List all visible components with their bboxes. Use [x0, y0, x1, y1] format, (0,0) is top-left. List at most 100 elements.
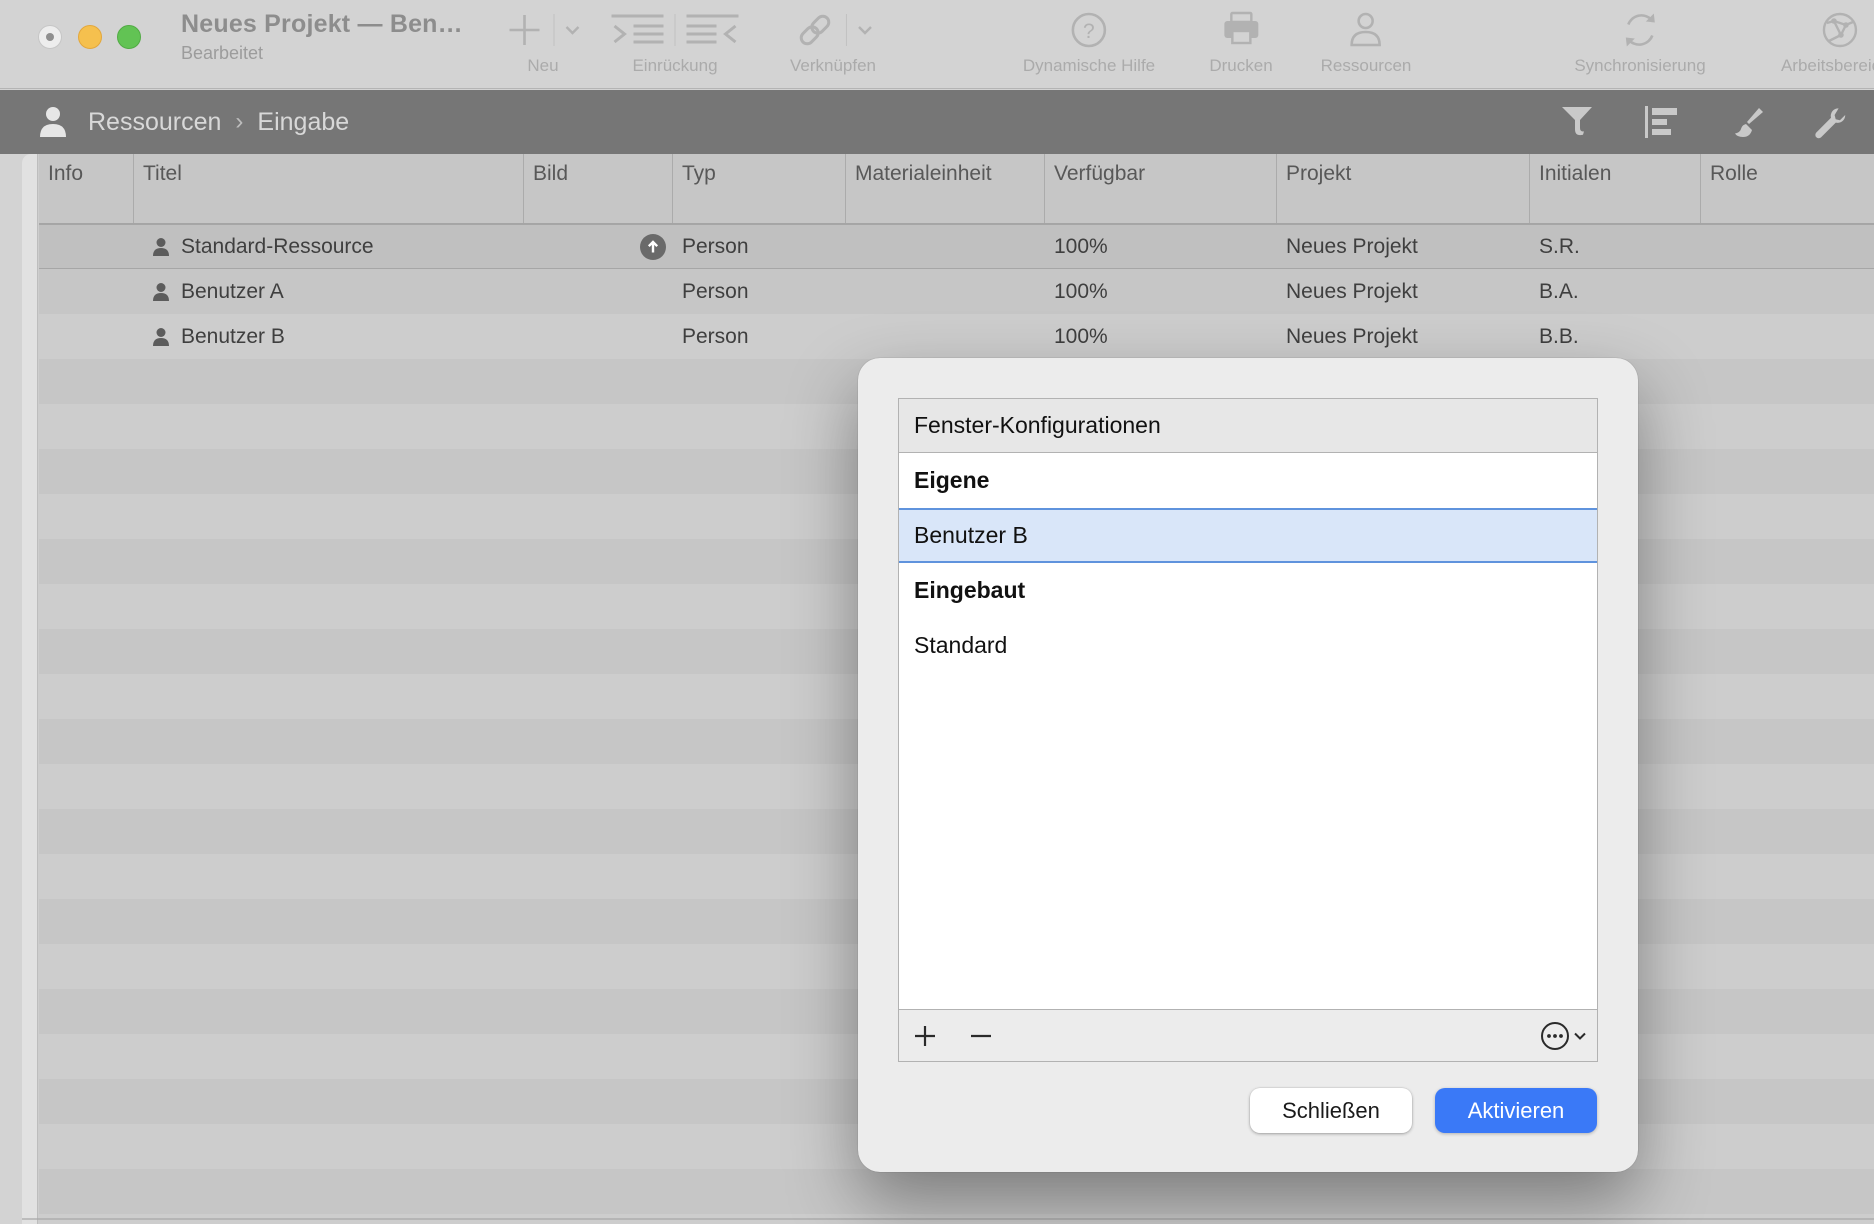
close-button[interactable]: Schließen	[1250, 1088, 1412, 1133]
cell-initialen: B.A.	[1530, 269, 1701, 314]
cell-initialen: S.R.	[1530, 225, 1701, 268]
chevron-down-icon	[855, 24, 873, 36]
remove-icon[interactable]	[959, 1014, 1003, 1058]
breadcrumb-separator: ›	[235, 108, 243, 136]
cell-verfuegbar: 100%	[1045, 225, 1277, 268]
list-toolbar	[899, 1009, 1597, 1061]
toolbar-label: Dynamische Hilfe	[1023, 56, 1155, 76]
cell-titel: Standard-Ressource	[134, 225, 524, 268]
cell-materialeinheit	[846, 269, 1045, 314]
outline-icon[interactable]	[1642, 103, 1680, 141]
cell-rolle	[1701, 225, 1874, 268]
config-group-eingebaut[interactable]: Eingebaut	[899, 563, 1597, 618]
toolbar-button-sync[interactable]: Synchronisierung	[1574, 6, 1705, 76]
link-icon	[792, 10, 836, 50]
cell-rolle	[1701, 269, 1874, 314]
cell-titel: Benutzer B	[134, 314, 524, 359]
toolbar-button-link[interactable]: Verknüpfen	[790, 6, 876, 76]
cell-materialeinheit	[846, 225, 1045, 268]
column-header-bild[interactable]: Bild	[524, 154, 673, 223]
up-arrow-badge-icon	[640, 234, 666, 260]
cell-info	[39, 314, 134, 359]
chevron-down-icon	[564, 24, 582, 36]
column-header-initialen[interactable]: Initialen	[1530, 154, 1701, 223]
toolbar-label: Neu	[527, 56, 558, 76]
add-icon[interactable]	[903, 1014, 947, 1058]
close-window-button[interactable]	[38, 25, 62, 49]
help-circle-icon: ?	[1069, 10, 1109, 50]
toolbar-label: Drucken	[1209, 56, 1272, 76]
table-row[interactable]: Benutzer B Person 100% Neues Projekt B.B…	[39, 314, 1874, 359]
breadcrumb-input[interactable]: Eingabe	[257, 108, 349, 137]
cell-bild	[524, 269, 673, 314]
column-header-projekt[interactable]: Projekt	[1277, 154, 1530, 223]
person-icon	[151, 237, 171, 257]
toolbar-label: Synchronisierung	[1574, 56, 1705, 76]
minimize-window-button[interactable]	[78, 25, 102, 49]
toolbar-button-print[interactable]: Drucken	[1209, 6, 1272, 76]
divider	[675, 14, 676, 46]
cell-verfuegbar: 100%	[1045, 269, 1277, 314]
window-bottom-edge	[22, 1218, 1874, 1220]
cell-typ: Person	[673, 269, 846, 314]
column-header-titel[interactable]: Titel	[134, 154, 524, 223]
cell-projekt: Neues Projekt	[1277, 225, 1530, 268]
more-options-icon[interactable]	[1539, 1020, 1587, 1052]
configurations-list: Fenster-Konfigurationen Eigene Benutzer …	[898, 398, 1598, 1062]
brush-icon[interactable]	[1726, 103, 1764, 141]
window-title: Neues Projekt — Ben…	[181, 10, 463, 39]
person-icon	[1346, 10, 1386, 50]
svg-text:?: ?	[1083, 20, 1095, 43]
cell-info	[39, 225, 134, 268]
divider	[554, 14, 555, 46]
table-row[interactable]: Standard-Ressource Person 100% Neues Pro…	[39, 224, 1874, 269]
column-header-info[interactable]: Info	[39, 154, 134, 223]
toolbar-label: Verknüpfen	[790, 56, 876, 76]
toolbar-button-dynamic-help[interactable]: ? Dynamische Hilfe	[1023, 6, 1155, 76]
cell-projekt: Neues Projekt	[1277, 314, 1530, 359]
document-edited-status: Bearbeitet	[181, 43, 463, 64]
window-toolbar: Neues Projekt — Ben… Bearbeitet Neu Einr…	[0, 0, 1874, 89]
column-header-typ[interactable]: Typ	[673, 154, 846, 223]
activate-button[interactable]: Aktivieren	[1435, 1088, 1597, 1133]
cell-typ: Person	[673, 225, 846, 268]
column-header-rolle[interactable]: Rolle	[1701, 154, 1874, 223]
filter-icon[interactable]	[1558, 103, 1596, 141]
toolbar-button-resources[interactable]: Ressourcen	[1321, 6, 1412, 76]
divider	[845, 14, 846, 46]
column-header-materialeinheit[interactable]: Materialeinheit	[846, 154, 1045, 223]
printer-icon	[1220, 10, 1262, 50]
config-item-benutzer-b[interactable]: Benutzer B	[899, 508, 1597, 563]
cell-materialeinheit	[846, 314, 1045, 359]
toolbar-button-indentation[interactable]: Einrückung	[610, 6, 741, 76]
table-header: Info Titel Bild Typ Materialeinheit Verf…	[39, 154, 1874, 224]
cell-verfuegbar: 100%	[1045, 314, 1277, 359]
toolbar-button-new[interactable]: Neu	[505, 6, 582, 76]
wrench-icon[interactable]	[1810, 103, 1848, 141]
toolbar-label: Ressourcen	[1321, 56, 1412, 76]
table-row[interactable]: Benutzer A Person 100% Neues Projekt B.A…	[39, 269, 1874, 314]
network-globe-icon	[1819, 9, 1861, 51]
outdent-icon	[685, 10, 741, 50]
config-item-standard[interactable]: Standard	[899, 618, 1597, 673]
cell-bild	[524, 314, 673, 359]
dialog-list-title: Fenster-Konfigurationen	[899, 399, 1597, 453]
window-configurations-dialog: Fenster-Konfigurationen Eigene Benutzer …	[858, 358, 1638, 1172]
config-group-eigene[interactable]: Eigene	[899, 453, 1597, 508]
column-header-verfuegbar[interactable]: Verfügbar	[1045, 154, 1277, 223]
view-header-bar: Ressourcen › Eingabe	[0, 90, 1874, 154]
person-icon	[151, 327, 171, 347]
person-icon	[38, 106, 68, 138]
cell-info	[39, 269, 134, 314]
cell-rolle	[1701, 314, 1874, 359]
toolbar-label: Einrückung	[632, 56, 717, 76]
indent-icon	[610, 10, 666, 50]
toolbar-label: Arbeitsbereiche	[1781, 56, 1874, 76]
cell-titel: Benutzer A	[134, 269, 524, 314]
cell-projekt: Neues Projekt	[1277, 269, 1530, 314]
row-handle-gutter	[22, 154, 38, 1224]
cell-bild	[524, 225, 673, 268]
toolbar-button-workspaces[interactable]: Arbeitsbereiche	[1781, 6, 1874, 76]
zoom-window-button[interactable]	[117, 25, 141, 49]
breadcrumb-resources[interactable]: Ressourcen	[88, 108, 221, 137]
